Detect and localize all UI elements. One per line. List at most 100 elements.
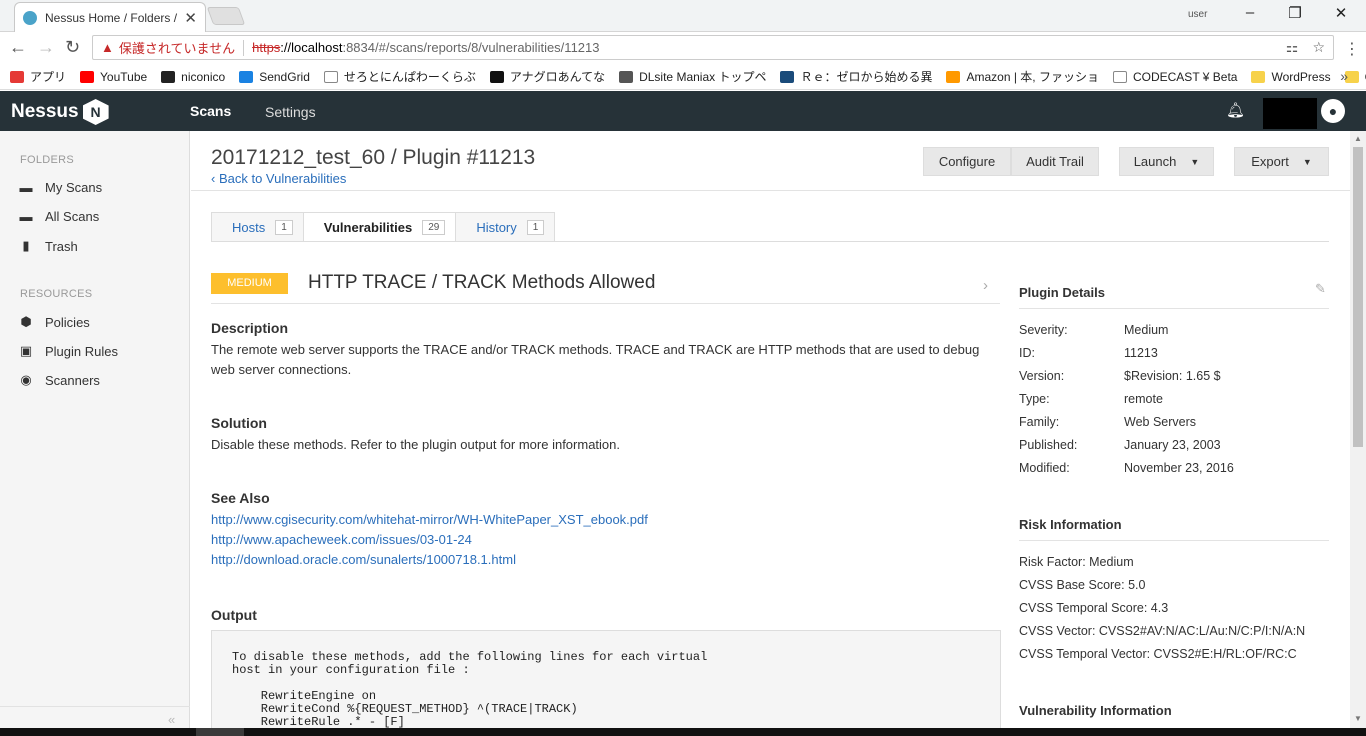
scroll-up-icon[interactable]: ▲ xyxy=(1354,134,1362,143)
folder-icon: ▬ xyxy=(19,180,33,195)
bookmark-label: niconico xyxy=(181,69,226,84)
scroll-down-icon[interactable]: ▼ xyxy=(1354,714,1362,723)
bookmark-favicon-icon xyxy=(489,70,504,83)
bookmark-label: CODECAST ¥ Beta xyxy=(1132,69,1238,84)
caret-down-icon: ▼ xyxy=(1190,156,1200,167)
chevron-right-icon[interactable]: › xyxy=(983,277,988,294)
restore-icon[interactable]: ❐ xyxy=(1280,4,1310,22)
insecure-label[interactable]: 保護されていません xyxy=(119,38,235,57)
plugin-detail-key: Modified: xyxy=(1019,461,1070,475)
browser-menu-icon[interactable]: ⋮ xyxy=(1344,39,1360,59)
window-close-icon[interactable]: ✕ xyxy=(1326,4,1356,22)
output-heading: Output xyxy=(211,607,257,623)
sidebar-item-scanners[interactable]: ◉ Scanners xyxy=(18,372,100,388)
close-tab-icon[interactable]: ✕ xyxy=(184,9,197,27)
forward-arrow-icon[interactable]: → xyxy=(37,37,55,58)
tab-hosts[interactable]: Hosts 1 xyxy=(211,212,304,242)
bookmark-favicon-icon xyxy=(161,70,176,83)
bookmark-favicon-icon xyxy=(946,70,961,83)
folders-heading: FOLDERS xyxy=(20,154,75,166)
risk-information-divider xyxy=(1019,540,1329,541)
bookmark-item[interactable]: CODECAST ¥ Beta xyxy=(1112,69,1238,84)
scrollbar-thumb[interactable] xyxy=(1353,147,1363,447)
bookmark-label: SendGrid xyxy=(259,69,310,84)
back-arrow-icon[interactable]: ← xyxy=(9,37,27,58)
bookmark-item[interactable]: アプリ xyxy=(10,68,66,85)
launch-button[interactable]: Launch ▼ xyxy=(1119,147,1214,176)
sidebar-item-trash[interactable]: ▮ Trash xyxy=(18,238,77,254)
address-bar[interactable]: ▲ 保護されていません https ://localhost :8834/#/s… xyxy=(92,35,1334,60)
bookmark-label: Ｒｅ：ゼロから始める異 xyxy=(800,70,933,84)
bookmark-label: WordPress xyxy=(1271,69,1331,84)
see-also-link[interactable]: http://www.apacheweek.com/issues/03-01-2… xyxy=(211,532,472,547)
configure-button[interactable]: Configure xyxy=(923,147,1011,176)
translate-icon[interactable]: ⚏ xyxy=(1286,39,1299,56)
sidebar-item-plugin-rules[interactable]: ▣ Plugin Rules xyxy=(18,343,118,359)
bookmark-item[interactable]: niconico xyxy=(161,70,225,84)
bookmark-favicon-icon xyxy=(1251,70,1266,83)
user-avatar-icon[interactable]: ● xyxy=(1321,99,1345,123)
bell-icon[interactable]: 🔔︎ xyxy=(1226,101,1245,119)
sidebar: FOLDERS ▬ My Scans ▬ All Scans ▮ Trash R… xyxy=(0,131,190,728)
bookmark-favicon-icon xyxy=(80,70,95,83)
url-path: :8834/#/scans/reports/8/vulnerabilities/… xyxy=(342,40,600,55)
logo-badge-icon: N xyxy=(82,99,109,125)
nav-settings[interactable]: Settings xyxy=(265,104,316,120)
audit-trail-button[interactable]: Audit Trail xyxy=(1011,147,1099,176)
back-to-vulnerabilities-link[interactable]: ‹ Back to Vulnerabilities xyxy=(211,171,346,186)
tab-vulnerabilities[interactable]: Vulnerabilities 29 xyxy=(302,212,457,242)
tab-count-badge: 1 xyxy=(275,219,293,235)
bookmark-label: Amazon | 本, ファッショ xyxy=(966,70,1099,84)
nessus-favicon-icon xyxy=(23,10,37,25)
taskbar-active-item[interactable] xyxy=(196,728,244,736)
bookmark-item[interactable]: DLsite Maniax トップペ xyxy=(619,68,766,85)
sidebar-item-policies[interactable]: ⬢ Policies xyxy=(18,314,90,330)
sidebar-item-my-scans[interactable]: ▬ My Scans xyxy=(18,180,103,195)
reload-icon[interactable]: ↻ xyxy=(65,37,80,58)
browser-user-label[interactable]: user xyxy=(1188,9,1207,20)
title-divider xyxy=(211,303,1000,304)
description-text: The remote web server supports the TRACE… xyxy=(211,342,980,377)
bookmark-favicon-icon xyxy=(239,70,254,83)
bookmark-item[interactable]: SendGrid xyxy=(239,70,310,84)
bookmark-item[interactable]: せろとにんぱわーくらぶ xyxy=(323,68,476,85)
plugin-detail-key: Type: xyxy=(1019,392,1050,406)
tab-count-badge: 29 xyxy=(422,219,446,235)
sidebar-item-all-scans[interactable]: ▬ All Scans xyxy=(18,209,100,224)
sidebar-item-label: Policies xyxy=(45,314,90,330)
browser-tab[interactable]: Nessus Home / Folders / ✕ xyxy=(14,2,206,32)
sidebar-item-label: Scanners xyxy=(45,372,100,388)
bookmark-item[interactable]: アナグロあんてな xyxy=(489,68,605,85)
risk-info-row: CVSS Temporal Vector: CVSS2#E:H/RL:OF/RC… xyxy=(1019,647,1297,661)
minimize-icon[interactable]: – xyxy=(1235,4,1265,21)
page-scrollbar[interactable]: ▲ ▼ xyxy=(1350,131,1366,728)
bookmarks-overflow-icon[interactable]: » xyxy=(1340,68,1348,84)
bookmark-favicon-icon xyxy=(619,70,634,83)
nessus-logo[interactable]: Nessus N xyxy=(11,99,109,125)
new-tab-button[interactable] xyxy=(206,7,246,25)
resources-heading: RESOURCES xyxy=(20,288,93,300)
see-also-link[interactable]: http://www.cgisecurity.com/whitehat-mirr… xyxy=(211,512,648,527)
tab-history[interactable]: History 1 xyxy=(455,212,556,242)
severity-badge: MEDIUM xyxy=(211,273,288,294)
sidebar-item-label: All Scans xyxy=(45,209,100,224)
bookmark-item[interactable]: Amazon | 本, ファッショ xyxy=(946,68,1099,85)
export-button[interactable]: Export ▼ xyxy=(1234,147,1329,176)
bookmark-item[interactable]: WordPress xyxy=(1251,69,1331,84)
redacted-username[interactable] xyxy=(1263,98,1317,129)
collapse-sidebar-icon[interactable]: « xyxy=(168,712,175,727)
bookmark-star-icon[interactable]: ☆ xyxy=(1312,39,1325,56)
logo-text: Nessus xyxy=(11,101,79,122)
plugin-detail-key: Published: xyxy=(1019,438,1078,452)
bookmark-item[interactable]: YouTube xyxy=(80,70,147,84)
see-also-link[interactable]: http://download.oracle.com/sunalerts/100… xyxy=(211,552,516,567)
app-header: Nessus N Scans Settings 🔔︎ ● xyxy=(0,91,1366,131)
bookmark-item[interactable]: Ｒｅ：ゼロから始める異 xyxy=(780,68,932,85)
nav-scans[interactable]: Scans xyxy=(190,103,231,119)
bookmark-favicon-icon xyxy=(323,70,338,83)
plugin-detail-value: November 23, 2016 xyxy=(1124,461,1234,475)
browser-tabstrip: Nessus Home / Folders / ✕ user – ❐ ✕ xyxy=(0,0,1366,32)
risk-information-heading: Risk Information xyxy=(1019,517,1122,532)
back-link-label: Back to Vulnerabilities xyxy=(218,171,347,186)
pencil-icon[interactable]: ✎ xyxy=(1315,281,1326,297)
